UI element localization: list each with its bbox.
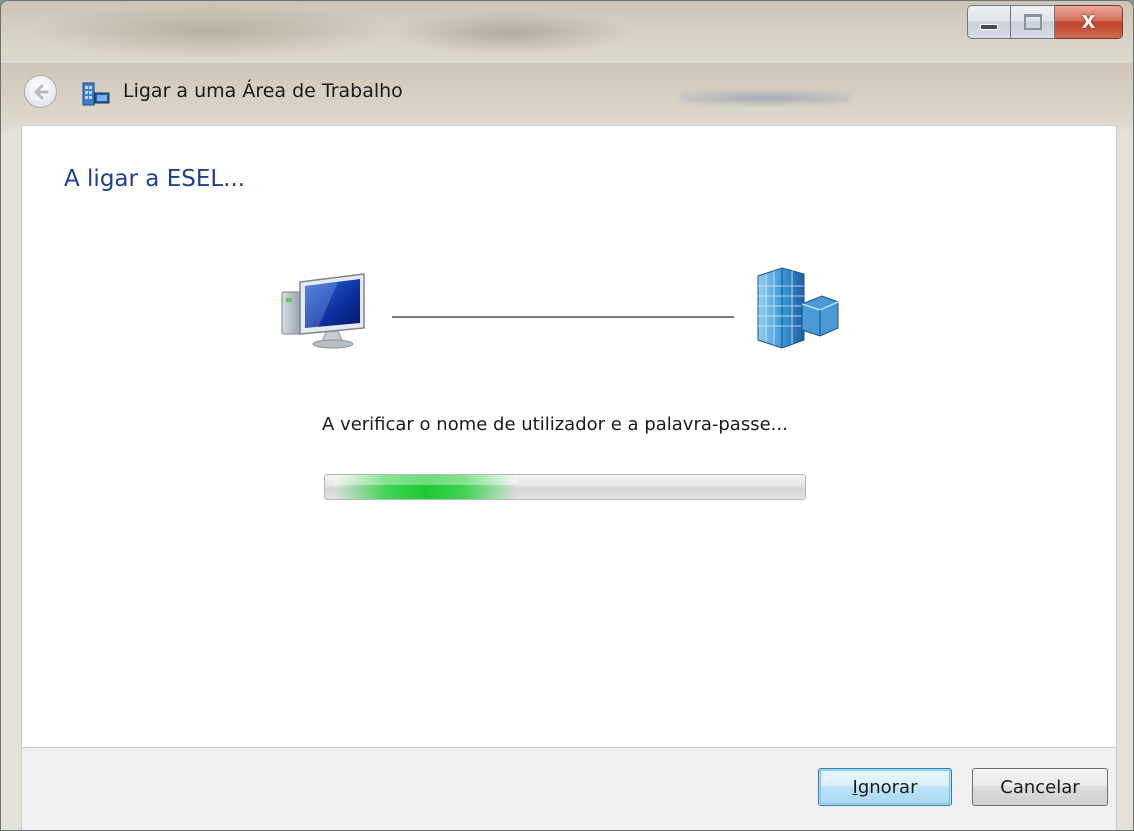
maximize-button[interactable] (1011, 5, 1055, 39)
ignore-button-text: gnorar (857, 776, 918, 798)
background-blur (681, 91, 851, 105)
back-arrow-icon (34, 84, 48, 99)
button-bar: Ignorar Cancelar (21, 748, 1117, 830)
cancel-button[interactable]: Cancelar (972, 768, 1108, 806)
minimize-button[interactable] (967, 5, 1011, 39)
progress-bar (324, 474, 806, 500)
content-panel: A ligar a ESEL... A verificar o nome de … (21, 125, 1117, 748)
navigation-bar: Ligar a uma Área de Trabalho (1, 63, 1133, 121)
page-title: A ligar a ESEL... (64, 166, 246, 192)
close-icon: X (1081, 11, 1096, 33)
status-message: A verificar o nome de utilizador e a pal… (322, 414, 788, 435)
computer-icon (281, 273, 365, 349)
remote-desktop-icon (82, 82, 110, 106)
window-title: Ligar a uma Área de Trabalho (123, 80, 403, 102)
title-bar[interactable]: X (1, 1, 1133, 63)
maximize-icon (1023, 14, 1042, 30)
progress-indicator (334, 475, 518, 499)
caption-buttons: X (967, 5, 1123, 43)
ignore-button[interactable]: Ignorar (818, 768, 952, 806)
close-button[interactable]: X (1055, 5, 1123, 39)
server-building-icon (757, 267, 839, 349)
back-button[interactable] (24, 75, 57, 108)
minimize-icon (980, 24, 998, 30)
connection-line (392, 316, 734, 318)
ignore-button-label: Ignorar (853, 777, 918, 798)
dialog-window: X Ligar a uma Área de Trabalho A ligar a… (0, 0, 1134, 831)
